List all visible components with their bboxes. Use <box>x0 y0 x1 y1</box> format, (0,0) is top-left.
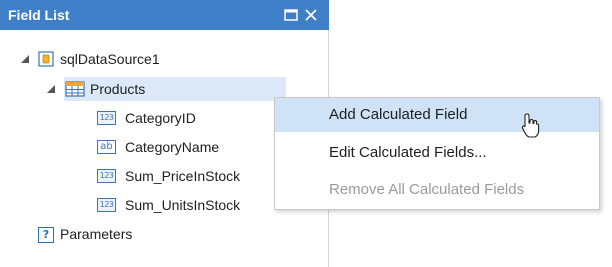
menu-item-label: Edit Calculated Fields... <box>329 144 487 161</box>
table-icon <box>65 81 85 97</box>
expand-arrow-icon[interactable] <box>20 54 30 64</box>
numeric-field-icon: 123 <box>97 198 116 212</box>
tree-node-parameters[interactable]: ? Parameters <box>0 223 329 245</box>
numeric-field-icon: 123 <box>97 111 116 125</box>
parameters-label: Parameters <box>60 226 133 242</box>
field-label: Sum_UnitsInStock <box>125 197 241 213</box>
menu-item-edit-calculated-fields[interactable]: Edit Calculated Fields... <box>275 136 599 170</box>
field-label: CategoryID <box>125 110 196 126</box>
database-icon <box>38 51 54 67</box>
maximize-icon[interactable] <box>283 7 299 23</box>
panel-title: Field List <box>8 7 70 23</box>
parameters-icon: ? <box>38 227 54 243</box>
close-icon[interactable] <box>303 7 319 23</box>
tree-node-datasource[interactable]: sqlDataSource1 <box>0 48 329 70</box>
menu-item-label: Add Calculated Field <box>329 106 468 123</box>
products-label: Products <box>90 81 146 97</box>
expand-arrow-icon[interactable] <box>46 84 56 94</box>
menu-item-add-calculated-field[interactable]: Add Calculated Field <box>275 98 599 132</box>
field-label: CategoryName <box>125 139 220 155</box>
menu-item-remove-all-calculated-fields: Remove All Calculated Fields <box>275 173 599 207</box>
context-menu: Add Calculated Field Edit Calculated Fie… <box>274 97 600 210</box>
string-field-icon: ab <box>97 140 116 154</box>
datasource-label: sqlDataSource1 <box>60 51 160 67</box>
numeric-field-icon: 123 <box>97 169 116 183</box>
field-list-titlebar: Field List <box>0 0 329 30</box>
field-label: Sum_PriceInStock <box>125 168 241 184</box>
menu-item-label: Remove All Calculated Fields <box>329 181 525 198</box>
mouse-cursor-icon <box>521 113 540 138</box>
